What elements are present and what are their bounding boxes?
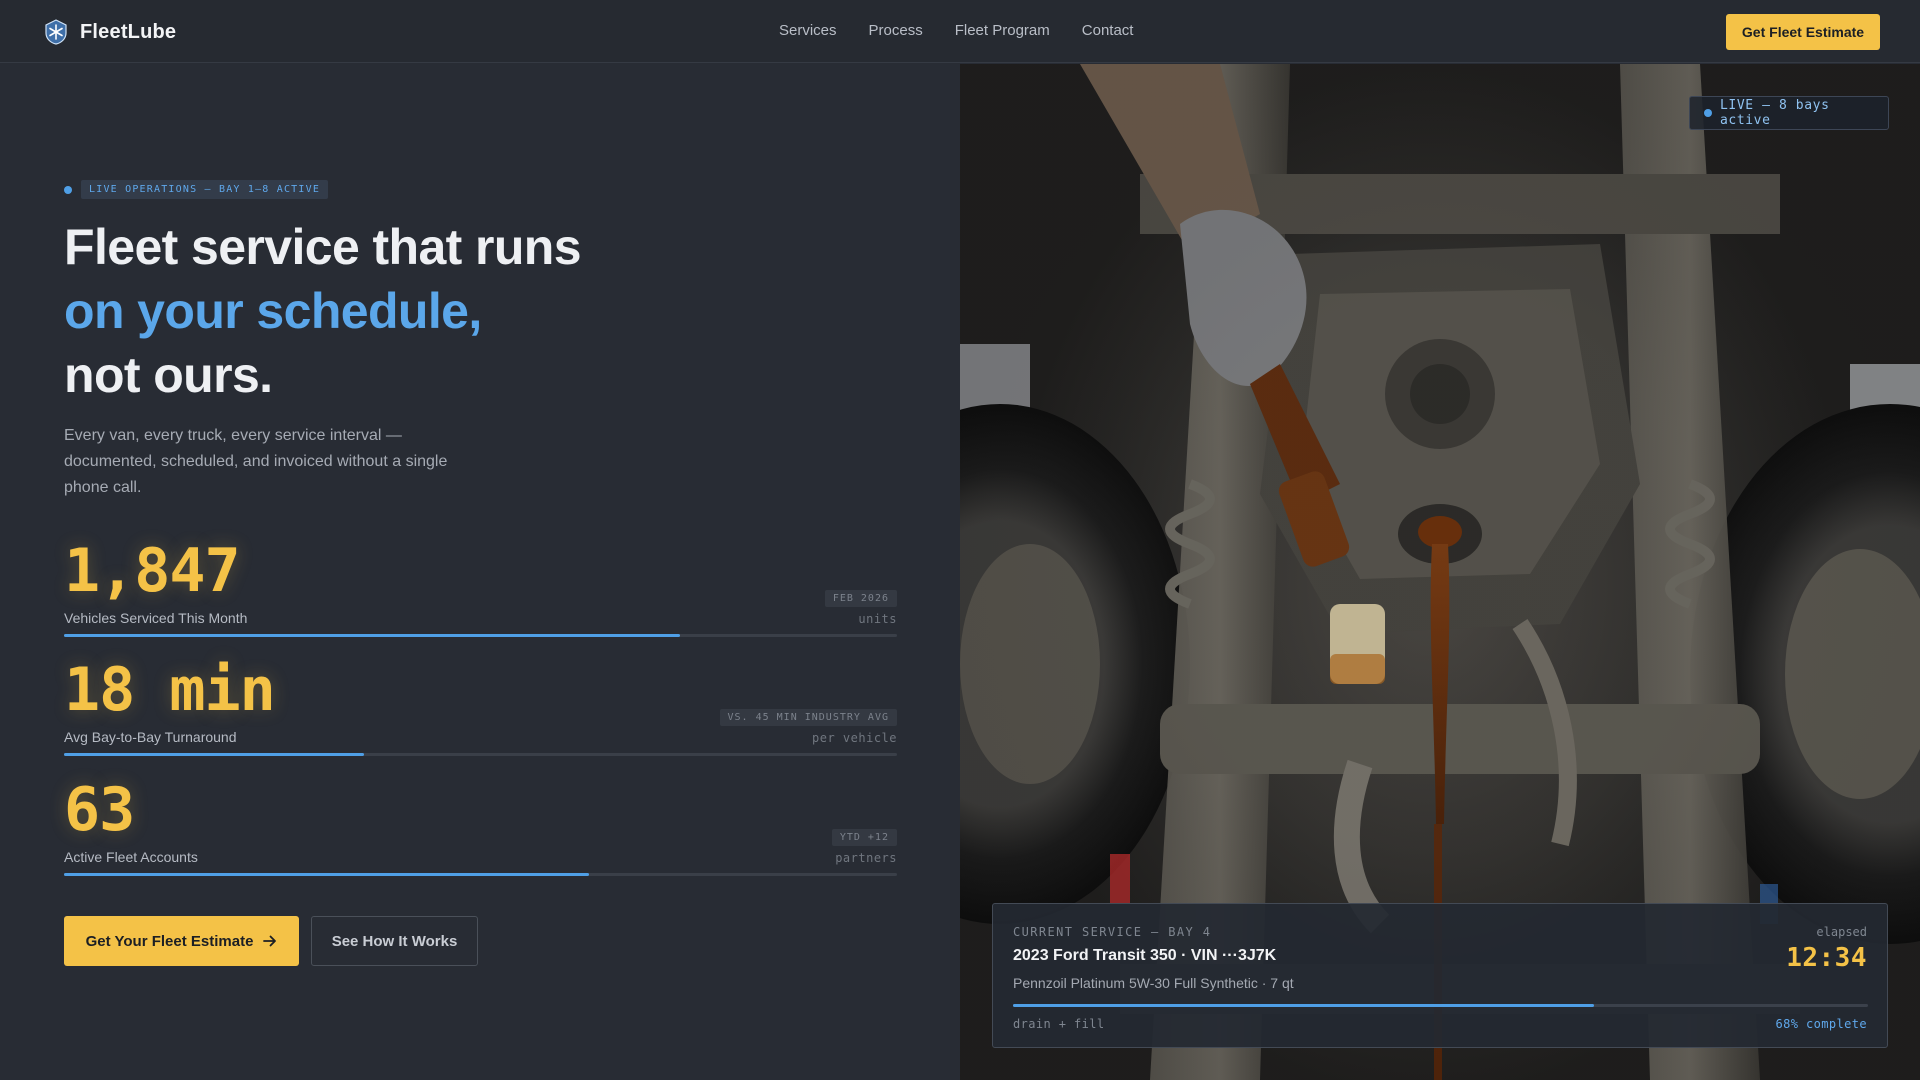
- stat-progress-fill: [64, 873, 589, 876]
- stat-value: 18 min: [64, 655, 276, 725]
- live-bays-pill: LIVE — 8 bays active: [1689, 96, 1889, 130]
- stat-active-accounts: 63 Active Fleet Accounts YTD +12 partner…: [64, 778, 897, 878]
- service-progress-fill: [1013, 1004, 1595, 1007]
- service-progress-track: [1013, 1004, 1868, 1007]
- primary-button-label: Get Your Fleet Estimate: [85, 932, 254, 950]
- brand-name: FleetLube: [80, 20, 177, 43]
- headline-line-1: Fleet service that runs: [64, 219, 582, 275]
- nav-link-services[interactable]: Services: [779, 22, 837, 39]
- brand-logo[interactable]: FleetLube: [44, 19, 176, 45]
- live-status-dot: [1704, 109, 1712, 117]
- stat-unit: units: [858, 612, 897, 626]
- nav-link-fleet-program[interactable]: Fleet Program: [955, 22, 1050, 39]
- see-how-it-works-button[interactable]: See How It Works: [311, 916, 478, 966]
- live-status-dot: [64, 185, 72, 194]
- top-navigation: FleetLube Services Process Fleet Program…: [0, 0, 1920, 63]
- stat-progress-track: [64, 634, 897, 637]
- stat-unit: per vehicle: [812, 731, 897, 745]
- headline-line-3: not ours.: [64, 347, 273, 403]
- service-details: Pennzoil Platinum 5W-30 Full Synthetic ·…: [1013, 975, 1294, 991]
- live-operations-label: LIVE OPERATIONS — BAY 1–8 ACTIVE: [81, 180, 329, 199]
- get-fleet-estimate-button[interactable]: Get Fleet Estimate: [1726, 14, 1880, 50]
- stat-label: Active Fleet Accounts: [64, 849, 198, 865]
- service-step: drain + fill: [1013, 1017, 1105, 1031]
- nav-link-process[interactable]: Process: [869, 22, 923, 39]
- arrow-right-icon: [263, 935, 277, 947]
- elapsed-label: elapsed: [1816, 925, 1867, 939]
- stat-value: 63: [64, 775, 135, 845]
- service-kicker: CURRENT SERVICE — BAY 4: [1013, 925, 1212, 939]
- stat-progress-track: [64, 873, 897, 876]
- stat-progress-fill: [64, 634, 681, 637]
- stat-progress-track: [64, 753, 897, 756]
- stat-badge: VS. 45 MIN INDUSTRY AVG: [719, 709, 897, 726]
- hero-headline: Fleet service that runs on your schedule…: [64, 215, 704, 407]
- stat-turnaround: 18 min Avg Bay-to-Bay Turnaround VS. 45 …: [64, 658, 897, 758]
- snowflake-shield-icon: [45, 19, 67, 45]
- stat-value: 1,847: [64, 536, 241, 606]
- stat-badge: FEB 2026: [824, 590, 897, 607]
- stat-unit: partners: [835, 851, 897, 865]
- live-bays-label: LIVE — 8 bays active: [1719, 98, 1830, 128]
- get-your-fleet-estimate-button[interactable]: Get Your Fleet Estimate: [64, 916, 299, 966]
- service-vehicle: 2023 Ford Transit 350 · VIN ···3J7K: [1013, 947, 1277, 964]
- stat-label: Avg Bay-to-Bay Turnaround: [64, 729, 237, 745]
- nav-link-contact[interactable]: Contact: [1082, 22, 1134, 39]
- stat-badge: YTD +12: [831, 829, 897, 846]
- headline-line-2: on your schedule,: [64, 283, 482, 339]
- service-percent: 68% complete: [1775, 1017, 1867, 1031]
- elapsed-timer: 12:34: [1786, 943, 1867, 973]
- nav-links: Services Process Fleet Program Contact: [779, 22, 1133, 39]
- current-service-card: CURRENT SERVICE — BAY 4 2023 Ford Transi…: [992, 903, 1888, 1048]
- stat-vehicles-serviced: 1,847 Vehicles Serviced This Month FEB 2…: [64, 539, 897, 639]
- stat-label: Vehicles Serviced This Month: [64, 610, 248, 626]
- stat-progress-fill: [64, 753, 364, 756]
- live-operations-tag: LIVE OPERATIONS — BAY 1–8 ACTIVE: [64, 180, 329, 199]
- hero-subcopy: Every van, every truck, every service in…: [64, 427, 448, 496]
